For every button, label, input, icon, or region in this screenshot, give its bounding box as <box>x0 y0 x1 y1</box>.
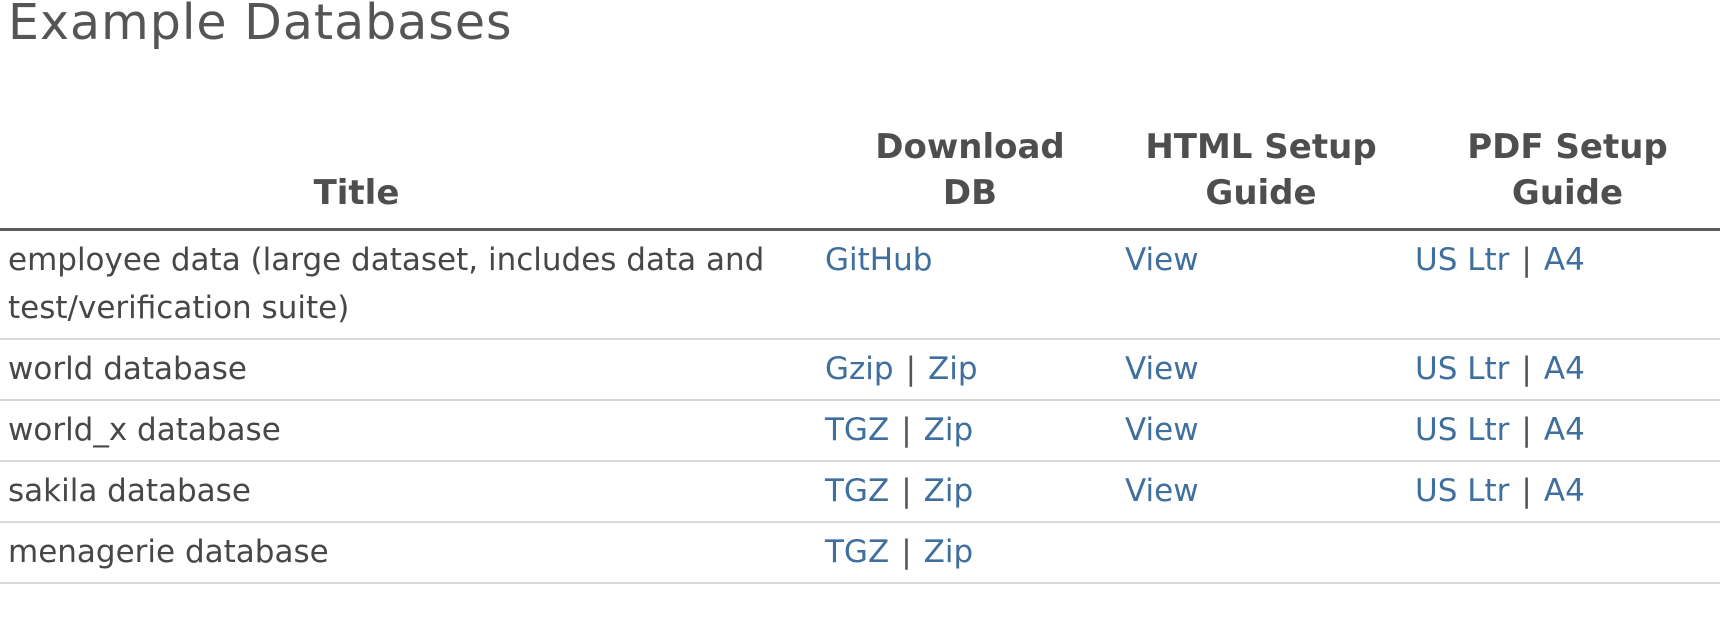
pdf-guide-cell: US Ltr | A4 <box>1415 461 1720 523</box>
download-gzip-link[interactable]: Gzip <box>825 351 894 387</box>
html-guide-cell: View <box>1115 229 1415 340</box>
database-title: employee data (large dataset, includes d… <box>0 229 825 340</box>
database-title: sakila database <box>0 461 825 523</box>
html-guide-cell <box>1115 522 1415 584</box>
table-row-employee: employee data (large dataset, includes d… <box>0 229 1720 340</box>
link-separator: | <box>1521 242 1532 278</box>
header-pdf-setup-guide: PDF Setup Guide <box>1415 118 1720 231</box>
pdf-a4-link[interactable]: A4 <box>1544 412 1585 448</box>
page-title: Example Databases <box>8 0 513 51</box>
header-html-line1: HTML Setup <box>1145 127 1377 167</box>
download-tgz-link[interactable]: TGZ <box>825 534 889 570</box>
download-cell: TGZ | Zip <box>825 522 1115 584</box>
download-cell: GitHub <box>825 229 1115 340</box>
pdf-guide-cell: US Ltr | A4 <box>1415 339 1720 401</box>
link-separator: | <box>1521 412 1532 448</box>
pdf-guide-cell: US Ltr | A4 <box>1415 400 1720 462</box>
pdf-guide-cell <box>1415 522 1720 584</box>
download-cell: TGZ | Zip <box>825 400 1115 462</box>
download-cell: TGZ | Zip <box>825 461 1115 523</box>
pdf-us-letter-link[interactable]: US Ltr <box>1415 242 1509 278</box>
pdf-a4-link[interactable]: A4 <box>1544 473 1585 509</box>
link-separator: | <box>901 534 912 570</box>
download-tgz-link[interactable]: TGZ <box>825 412 889 448</box>
link-separator: | <box>905 351 917 387</box>
pdf-us-letter-link[interactable]: US Ltr <box>1415 473 1509 509</box>
download-zip-link[interactable]: Zip <box>924 534 974 570</box>
html-guide-cell: View <box>1115 339 1415 401</box>
html-view-link[interactable]: View <box>1125 351 1199 387</box>
header-download-line2: DB <box>942 173 998 213</box>
download-cell: Gzip | Zip <box>825 339 1115 401</box>
table-header-row: Title Download DB HTML Setup Guide PDF S… <box>0 118 1720 231</box>
table-row-world: world database Gzip | Zip View US Ltr | A4 <box>0 339 1720 401</box>
link-separator: | <box>901 473 912 509</box>
header-html-setup-guide: HTML Setup Guide <box>1115 118 1415 231</box>
pdf-us-letter-link[interactable]: US Ltr <box>1415 351 1509 387</box>
header-title-label: Title <box>313 173 400 213</box>
html-view-link[interactable]: View <box>1125 473 1199 509</box>
download-tgz-link[interactable]: TGZ <box>825 473 889 509</box>
database-title: world database <box>0 339 825 401</box>
header-html-line2: Guide <box>1205 173 1317 213</box>
download-github-link[interactable]: GitHub <box>825 242 932 278</box>
download-zip-link[interactable]: Zip <box>924 412 974 448</box>
table-row-sakila: sakila database TGZ | Zip View US Ltr | A4 <box>0 461 1720 523</box>
example-databases-table: Title Download DB HTML Setup Guide PDF S… <box>0 118 1720 584</box>
html-guide-cell: View <box>1115 461 1415 523</box>
header-download-line1: Download <box>875 127 1065 167</box>
html-view-link[interactable]: View <box>1125 412 1199 448</box>
html-guide-cell: View <box>1115 400 1415 462</box>
header-pdf-line2: Guide <box>1511 173 1624 213</box>
link-separator: | <box>1521 351 1532 387</box>
pdf-guide-cell: US Ltr | A4 <box>1415 229 1720 340</box>
table-row-world-x: world_x database TGZ | Zip View US Ltr | A4 <box>0 400 1720 462</box>
download-zip-link[interactable]: Zip <box>924 473 974 509</box>
link-separator: | <box>901 412 912 448</box>
database-title: world_x database <box>0 400 825 462</box>
header-download-db: Download DB <box>825 118 1115 231</box>
pdf-a4-link[interactable]: A4 <box>1544 242 1585 278</box>
html-view-link[interactable]: View <box>1125 242 1199 278</box>
database-title: menagerie database <box>0 522 825 584</box>
table-row-menagerie: menagerie database TGZ | Zip <box>0 522 1720 584</box>
pdf-us-letter-link[interactable]: US Ltr <box>1415 412 1509 448</box>
download-zip-link[interactable]: Zip <box>928 351 978 387</box>
link-separator: | <box>1521 473 1532 509</box>
header-pdf-line1: PDF Setup <box>1467 127 1668 167</box>
pdf-a4-link[interactable]: A4 <box>1544 351 1585 387</box>
header-title: Title <box>0 118 825 231</box>
